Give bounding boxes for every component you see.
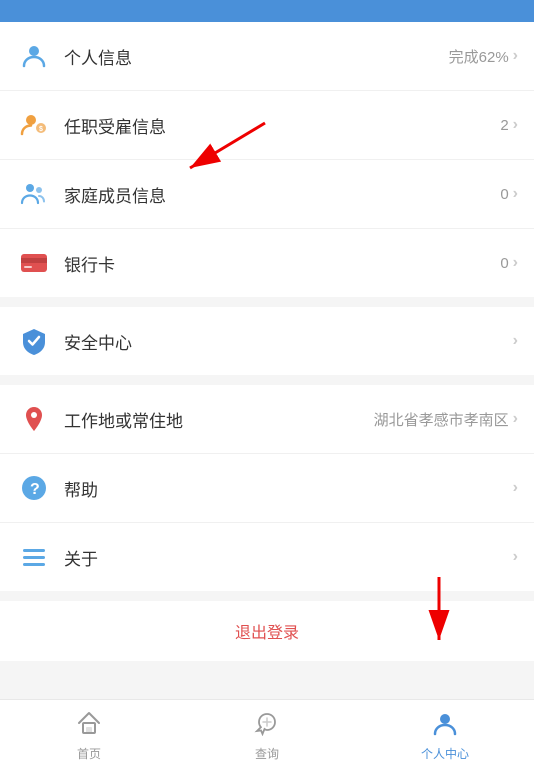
section-security: 安全中心 › xyxy=(0,307,534,375)
about-right: › xyxy=(513,548,518,566)
employment-info-right: 2 › xyxy=(500,116,518,134)
person-icon xyxy=(16,38,52,74)
family-info-label: 家庭成员信息 xyxy=(64,182,500,207)
menu-item-help[interactable]: ? 帮助 › xyxy=(0,454,534,523)
card-icon xyxy=(16,245,52,281)
nav-item-profile[interactable]: 个人中心 xyxy=(356,710,534,770)
help-icon: ? xyxy=(16,470,52,506)
chevron-icon: › xyxy=(513,254,518,272)
chevron-icon: › xyxy=(513,47,518,65)
bottom-nav: 首页 查询 个人中心 xyxy=(0,699,534,779)
home-nav-label: 首页 xyxy=(77,745,101,762)
menu-item-personal-info[interactable]: 个人信息 完成62% › xyxy=(0,22,534,91)
menu-item-security-center[interactable]: 安全中心 › xyxy=(0,307,534,375)
employment-info-label: 任职受雇信息 xyxy=(64,113,500,138)
employment-info-value: 2 xyxy=(500,117,508,134)
query-nav-label: 查询 xyxy=(255,745,279,762)
nav-item-query[interactable]: 查询 xyxy=(178,710,356,770)
profile-icon xyxy=(432,710,458,741)
menu-list-icon xyxy=(16,539,52,575)
chevron-icon: › xyxy=(513,185,518,203)
main-content: 个人信息 完成62% › $ 任职受雇信息 2 › xyxy=(0,22,534,661)
personal-info-label: 个人信息 xyxy=(64,44,449,69)
home-icon xyxy=(76,710,102,741)
work-location-value: 湖北省孝感市孝南区 xyxy=(374,409,509,430)
work-location-right: 湖北省孝感市孝南区 › xyxy=(374,409,518,430)
family-icon xyxy=(16,176,52,212)
shield-icon xyxy=(16,323,52,359)
bank-card-value: 0 xyxy=(500,255,508,272)
menu-item-bank-card[interactable]: 银行卡 0 › xyxy=(0,229,534,297)
svg-text:$: $ xyxy=(39,126,43,133)
about-label: 关于 xyxy=(64,545,513,570)
section-personal: 个人信息 完成62% › $ 任职受雇信息 2 › xyxy=(0,22,534,297)
menu-item-employment-info[interactable]: $ 任职受雇信息 2 › xyxy=(0,91,534,160)
status-bar xyxy=(0,0,534,22)
location-icon xyxy=(16,401,52,437)
nav-item-home[interactable]: 首页 xyxy=(0,710,178,770)
security-center-label: 安全中心 xyxy=(64,329,513,354)
chevron-icon: › xyxy=(513,332,518,350)
menu-item-about[interactable]: 关于 › xyxy=(0,523,534,591)
security-center-right: › xyxy=(513,332,518,350)
svg-text:?: ? xyxy=(30,481,40,498)
menu-item-work-location[interactable]: 工作地或常住地 湖北省孝感市孝南区 › xyxy=(0,385,534,454)
chevron-icon: › xyxy=(513,116,518,134)
help-right: › xyxy=(513,479,518,497)
family-info-value: 0 xyxy=(500,186,508,203)
chevron-icon: › xyxy=(513,410,518,428)
logout-button[interactable]: 退出登录 xyxy=(235,619,299,643)
work-location-label: 工作地或常住地 xyxy=(64,407,374,432)
chevron-icon: › xyxy=(513,548,518,566)
menu-item-family-info[interactable]: 家庭成员信息 0 › xyxy=(0,160,534,229)
profile-nav-label: 个人中心 xyxy=(421,745,469,762)
employment-icon: $ xyxy=(16,107,52,143)
family-info-right: 0 › xyxy=(500,185,518,203)
personal-info-value: 完成62% xyxy=(449,46,509,67)
section-others: 工作地或常住地 湖北省孝感市孝南区 › ? 帮助 › xyxy=(0,385,534,591)
chevron-icon: › xyxy=(513,479,518,497)
logout-section: 退出登录 xyxy=(0,601,534,661)
bank-card-right: 0 › xyxy=(500,254,518,272)
bank-card-label: 银行卡 xyxy=(64,251,500,276)
help-label: 帮助 xyxy=(64,476,513,501)
personal-info-right: 完成62% › xyxy=(449,46,518,67)
query-icon xyxy=(254,710,280,741)
